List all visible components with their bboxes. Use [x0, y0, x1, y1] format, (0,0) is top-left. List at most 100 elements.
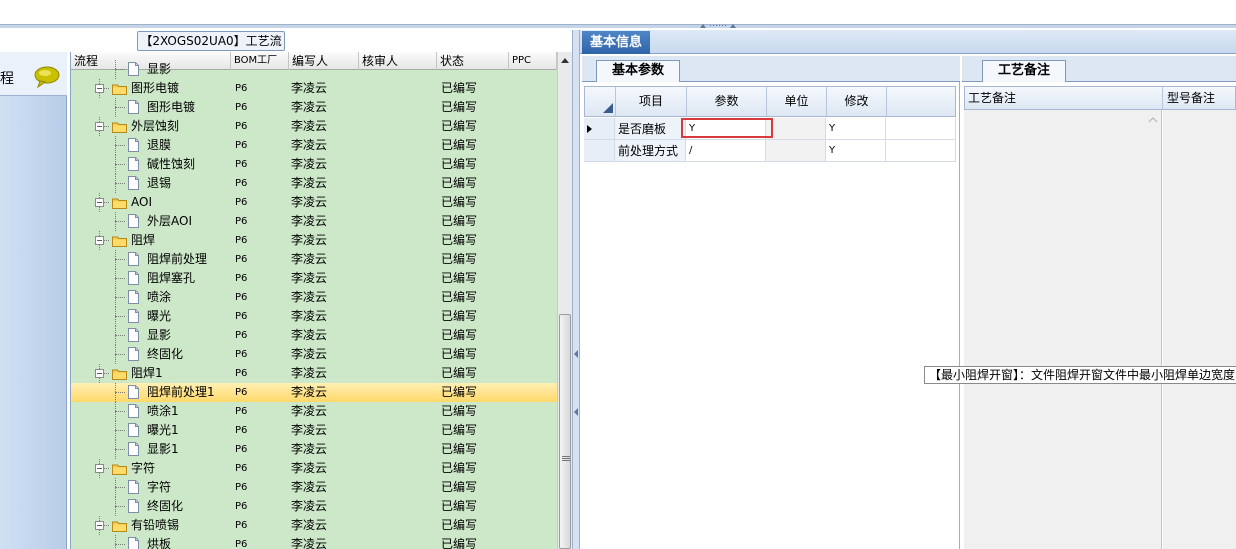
- column-header-model-notes[interactable]: 型号备注: [1164, 87, 1236, 109]
- author-cell: 李凌云: [291, 423, 328, 437]
- author-cell: 李凌云: [291, 81, 328, 95]
- tree-node-label: 阻焊: [131, 233, 156, 247]
- status-cell: 已编写: [441, 404, 478, 418]
- tree-item-row[interactable]: 图形电镀 P6 李凌云 已编写: [71, 98, 557, 117]
- tree-item-row[interactable]: 阻焊塞孔 P6 李凌云 已编写: [71, 269, 557, 288]
- tree-item-row[interactable]: 显影1 P6 李凌云 已编写: [71, 440, 557, 459]
- params-grid-row[interactable]: 前处理方式 / Y: [584, 140, 956, 162]
- leftnav-item-label: 程: [0, 71, 14, 87]
- document-icon: [128, 252, 139, 266]
- tree-item-row[interactable]: 退锡 P6 李凌云 已编写: [71, 174, 557, 193]
- bom-factory-cell: P6: [235, 482, 248, 493]
- tree-connector-line: [115, 107, 125, 108]
- tree-connector-line: [115, 449, 125, 450]
- collapse-toggle-icon[interactable]: −: [95, 84, 104, 93]
- tree-connector-line: [115, 535, 116, 549]
- column-header-param[interactable]: 参数: [687, 87, 767, 116]
- scroll-up-arrow-icon[interactable]: [1146, 114, 1160, 126]
- tree-connector-line: [115, 392, 125, 393]
- params-grid-header: 项目 参数 单位 修改: [584, 86, 956, 117]
- author-cell: 李凌云: [291, 119, 328, 133]
- tree-item-row[interactable]: 终固化 P6 李凌云 已编写: [71, 345, 557, 364]
- tree-item-row[interactable]: 曝光1 P6 李凌云 已编写: [71, 421, 557, 440]
- status-cell: 已编写: [441, 252, 478, 266]
- tree-node-label: 阻焊塞孔: [147, 271, 196, 285]
- tree-item-row[interactable]: 字符 P6 李凌云 已编写: [71, 478, 557, 497]
- notes-grid-header: 工艺备注 型号备注: [964, 86, 1236, 110]
- document-icon: [128, 62, 139, 76]
- author-cell: 李凌云: [291, 309, 328, 323]
- process-notes-textarea[interactable]: [964, 110, 1162, 549]
- top-splitter[interactable]: [0, 24, 1236, 28]
- unit-cell[interactable]: [766, 118, 826, 140]
- tree-connector-line: [115, 411, 125, 412]
- bom-factory-cell: P6: [235, 273, 248, 284]
- status-cell: 已编写: [441, 442, 478, 456]
- row-selector-header[interactable]: [585, 87, 616, 116]
- tree-item-row[interactable]: 退膜 P6 李凌云 已编写: [71, 136, 557, 155]
- collapse-toggle-icon[interactable]: −: [95, 464, 104, 473]
- column-header-modify[interactable]: 修改: [827, 87, 887, 116]
- collapse-arrow-icon[interactable]: [573, 408, 579, 416]
- modify-cell[interactable]: Y: [826, 118, 886, 140]
- flow-panel-title: 【2XOGS02UA0】工艺流程: [137, 31, 285, 66]
- column-header-item[interactable]: 项目: [616, 87, 687, 116]
- chat-bubble-icon[interactable]: [34, 66, 60, 88]
- tree-connector-line: [115, 69, 125, 70]
- collapse-toggle-icon[interactable]: −: [95, 521, 104, 530]
- tree-folder-row[interactable]: − 外层蚀刻 P6 李凌云 已编写: [71, 117, 557, 136]
- collapse-arrow-icon[interactable]: [573, 350, 579, 358]
- collapse-toggle-icon[interactable]: −: [95, 198, 104, 207]
- author-cell: 李凌云: [291, 138, 328, 152]
- unit-cell[interactable]: [766, 140, 826, 162]
- author-cell: 李凌云: [291, 157, 328, 171]
- tree-item-row[interactable]: 显影 P6 李凌云 已编写: [71, 326, 557, 345]
- tree-scrollbar-thumb[interactable]: [559, 314, 571, 549]
- author-cell: 李凌云: [291, 195, 328, 209]
- tree-folder-row[interactable]: − AOI P6 李凌云 已编写: [71, 193, 557, 212]
- tab-basic-info[interactable]: 基本信息: [582, 31, 650, 54]
- document-icon: [128, 309, 139, 323]
- tree-folder-row[interactable]: − 阻焊1 P6 李凌云 已编写: [71, 364, 557, 383]
- tree-item-row[interactable]: 喷涂1 P6 李凌云 已编写: [71, 402, 557, 421]
- bom-factory-cell: P6: [235, 311, 248, 322]
- item-cell: 是否磨板: [615, 118, 686, 140]
- column-header-unit[interactable]: 单位: [767, 87, 827, 116]
- tree-item-row[interactable]: 外层AOI P6 李凌云 已编写: [71, 212, 557, 231]
- scroll-up-arrow-icon[interactable]: [557, 52, 572, 70]
- tree-folder-row[interactable]: − 图形电镀 P6 李凌云 已编写: [71, 79, 557, 98]
- tree-item-row[interactable]: 阻焊前处理1 P6 李凌云 已编写: [71, 383, 557, 402]
- tree-folder-row[interactable]: − 阻焊 P6 李凌云 已编写: [71, 231, 557, 250]
- tree-item-row[interactable]: 喷涂 P6 李凌云 已编写: [71, 288, 557, 307]
- tree-item-row[interactable]: 曝光 P6 李凌云 已编写: [71, 307, 557, 326]
- document-icon: [128, 537, 139, 549]
- tree-item-row[interactable]: 烘板 P6 李凌云 已编写: [71, 535, 557, 549]
- param-value-cell[interactable]: /: [686, 140, 766, 162]
- modify-cell[interactable]: Y: [826, 140, 886, 162]
- bom-factory-cell: P6: [235, 520, 248, 531]
- tree-item-row[interactable]: 碱性蚀刻 P6 李凌云 已编写: [71, 155, 557, 174]
- model-notes-textarea[interactable]: [1163, 110, 1236, 549]
- tree-folder-row[interactable]: − 有铅喷锡 P6 李凌云 已编写: [71, 516, 557, 535]
- tree-node-label: 曝光1: [147, 423, 179, 437]
- process-flow-tree[interactable]: 流程 BOM工厂 编写人 核审人 状态 PPC 显影 − 图形电镀 P6 李凌云 已编写图…: [70, 52, 572, 549]
- tree-node-label: 喷涂1: [147, 404, 179, 418]
- empty-cell: [886, 118, 956, 140]
- tree-item-row[interactable]: 终固化 P6 李凌云 已编写: [71, 497, 557, 516]
- bom-factory-cell: P6: [235, 159, 248, 170]
- tab-process-notes[interactable]: 工艺备注: [982, 60, 1066, 82]
- tab-basic-params[interactable]: 基本参数: [596, 60, 680, 82]
- tree-folder-row[interactable]: − 字符 P6 李凌云 已编写: [71, 459, 557, 478]
- panel-splitter[interactable]: [572, 30, 580, 549]
- splitter-grip-icon[interactable]: [700, 24, 736, 28]
- collapse-toggle-icon[interactable]: −: [95, 122, 104, 131]
- status-cell: 已编写: [441, 81, 478, 95]
- collapse-toggle-icon[interactable]: −: [95, 236, 104, 245]
- tree-connector-line: [115, 221, 125, 222]
- collapse-toggle-icon[interactable]: −: [95, 369, 104, 378]
- author-cell: 李凌云: [291, 366, 328, 380]
- tree-node-label: 外层AOI: [147, 214, 192, 228]
- tree-item-row[interactable]: 阻焊前处理 P6 李凌云 已编写: [71, 250, 557, 269]
- column-header-process-notes[interactable]: 工艺备注: [965, 87, 1163, 109]
- tree-item-row[interactable]: 显影: [71, 60, 557, 79]
